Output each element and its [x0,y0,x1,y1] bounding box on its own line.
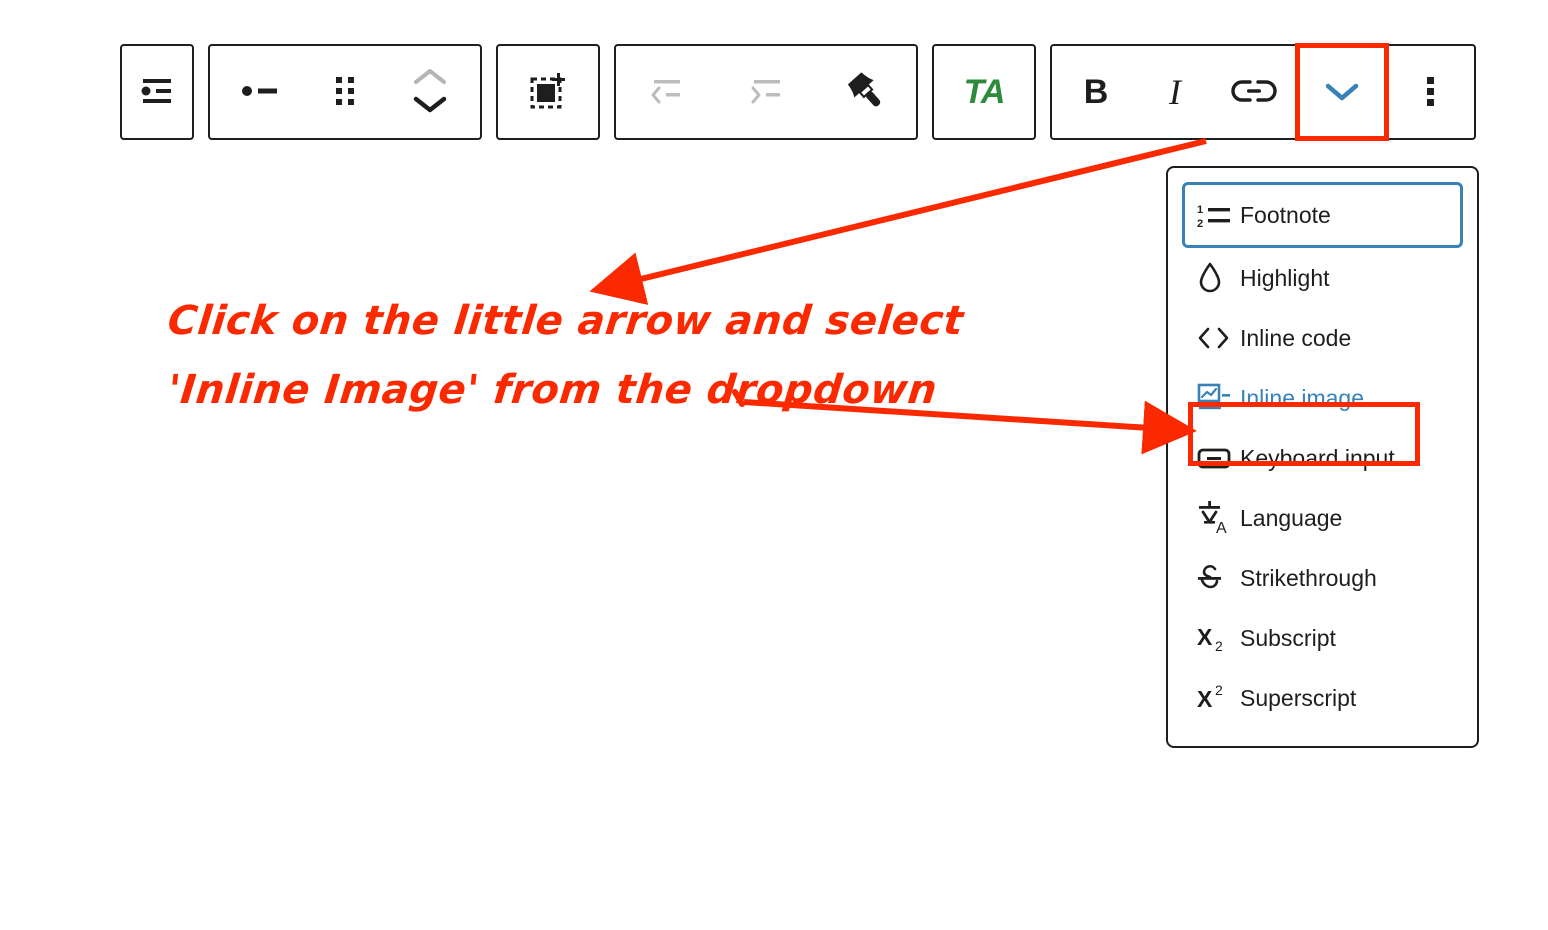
outdent-icon [646,74,686,111]
chevron-up-icon-disabled[interactable] [412,68,448,89]
text-appearance-button[interactable]: TA [934,46,1034,138]
svg-text:X: X [1197,686,1213,712]
link-icon [1231,76,1277,109]
annotation-line-1: Click on the little arrow and select [165,298,966,344]
svg-text:2: 2 [1215,638,1223,654]
menu-item-label: Superscript [1240,684,1357,711]
menu-item-label: Subscript [1240,624,1336,651]
menu-item-label: Language [1240,504,1343,531]
toolbar-group-text-appearance: TA [932,44,1036,140]
menu-item-keyboard-input[interactable]: Keyboard input [1182,428,1463,488]
options-button[interactable] [1386,46,1474,138]
translate-icon: A [1196,500,1240,536]
menu-item-label: Highlight [1240,264,1330,291]
list-view-button[interactable] [122,46,192,138]
block-toolbar: TA B I [120,43,1476,141]
ta-icon: TA [963,73,1006,111]
menu-item-label: Keyboard input [1240,444,1395,471]
annotation-line-2: 'Inline Image' from the dropdown [165,367,940,413]
footnote-icon: 1 2 [1196,199,1240,231]
menu-item-inline-image[interactable]: Inline image [1182,368,1463,428]
inline-code-icon [1196,322,1240,354]
toolbar-group-block-controls [208,44,482,140]
move-up-down-button[interactable] [380,46,480,138]
more-rich-text-controls-menu: 1 2 Footnote Highlight Inline code Inlin… [1166,166,1479,748]
move-up-down-icon [412,68,448,116]
svg-text:1: 1 [1197,204,1203,216]
paste-styles-button[interactable] [816,46,916,138]
menu-item-highlight[interactable]: Highlight [1182,248,1463,308]
bold-button[interactable]: B [1052,46,1140,138]
link-button[interactable] [1210,46,1298,138]
arrow-to-chevron-button [589,138,1207,305]
menu-item-subscript[interactable]: X 2 Subscript [1182,608,1463,668]
menu-item-label: Inline code [1240,324,1352,351]
menu-item-language[interactable]: A Language [1182,488,1463,548]
italic-button[interactable]: I [1140,46,1210,138]
strikethrough-icon [1196,561,1240,595]
highlight-drop-icon [1196,261,1240,295]
list-block-button[interactable] [210,46,310,138]
italic-icon: I [1169,72,1181,112]
select-block-icon [527,70,569,115]
more-vertical-icon [1422,70,1440,115]
svg-text:A: A [1216,520,1227,536]
subscript-icon: X 2 [1196,621,1240,655]
toolbar-group-inline-format: B I [1050,43,1476,141]
drag-handle-icon [331,74,359,111]
svg-text:2: 2 [1215,682,1223,698]
indent-button[interactable] [716,46,816,138]
superscript-icon: X 2 [1196,681,1240,715]
list-view-icon [135,71,179,114]
menu-item-label: Inline image [1240,384,1365,411]
toolbar-group-indent [614,44,918,140]
svg-text:2: 2 [1197,218,1203,230]
toolbar-group-block-type [120,44,194,140]
chevron-down-icon-move[interactable] [412,95,448,116]
menu-item-footnote[interactable]: 1 2 Footnote [1182,182,1463,248]
menu-item-inline-code[interactable]: Inline code [1182,308,1463,368]
screenshot-canvas: TA B I 1 2 Footnote Highlight Inline cod… [0,0,1548,930]
paintbrush-icon [843,68,889,117]
bold-icon: B [1083,73,1109,111]
chevron-down-icon [1321,79,1363,106]
menu-item-superscript[interactable]: X 2 Superscript [1182,668,1463,728]
inline-image-icon [1196,381,1240,415]
select-parent-block-button[interactable] [498,46,598,138]
drag-handle-button[interactable] [310,46,380,138]
menu-item-label: Strikethrough [1240,564,1377,591]
bullet-list-icon [238,76,282,109]
indent-icon [746,74,786,111]
menu-item-label: Footnote [1240,201,1331,228]
keyboard-icon [1196,443,1240,473]
more-formats-chevron-button[interactable] [1295,43,1389,141]
menu-item-strikethrough[interactable]: Strikethrough [1182,548,1463,608]
outdent-button[interactable] [616,46,716,138]
svg-text:X: X [1197,624,1213,650]
toolbar-group-select-parent [496,44,600,140]
